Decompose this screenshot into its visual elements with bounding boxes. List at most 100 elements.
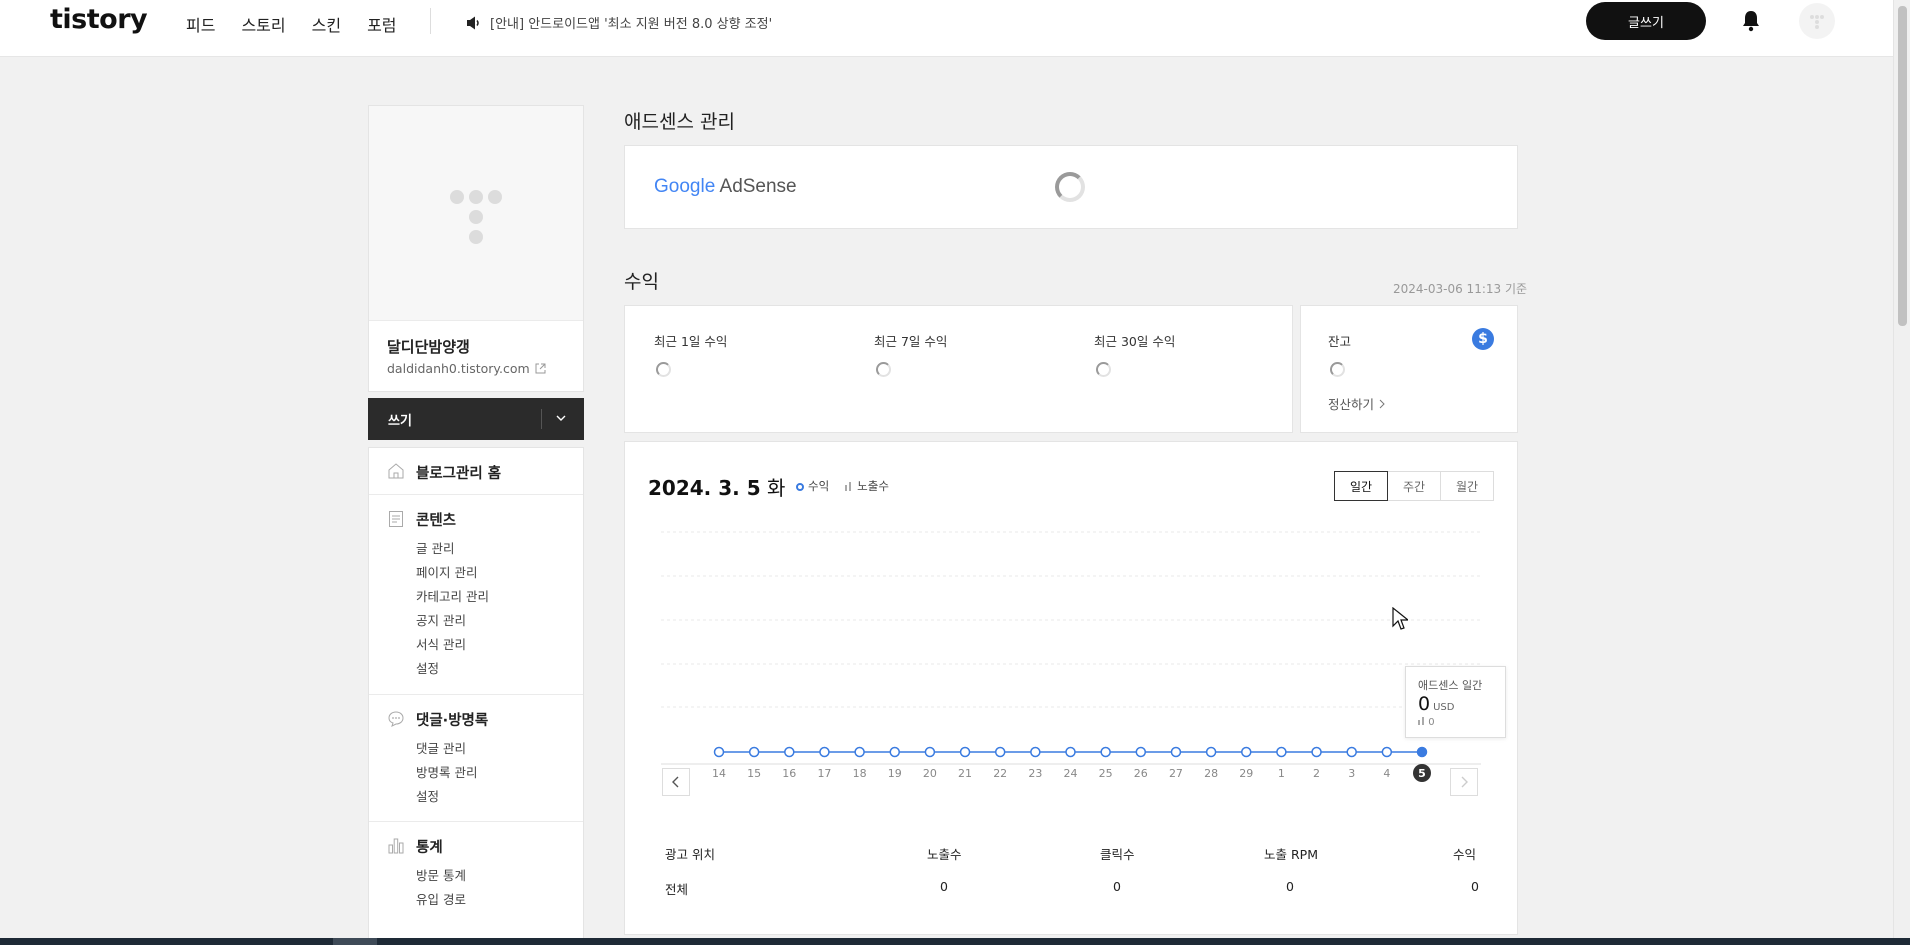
revenue-30d-label: 최근 30일 수익 <box>1094 334 1176 349</box>
sidebar-menu: 블로그관리 홈 콘텐츠 글 관리 페이지 관리 카테고리 관리 공지 관리 서식… <box>368 447 584 945</box>
tistory-logo[interactable]: tistory <box>50 4 148 35</box>
table-header-impressions: 노출수 <box>927 847 962 862</box>
dollar-icon: $ <box>1472 328 1494 350</box>
revenue-7d-spinner <box>876 362 891 377</box>
revenue-point <box>959 746 971 758</box>
sidebar-item-content-settings[interactable]: 설정 <box>416 658 439 677</box>
table-header-clicks: 클릭수 <box>1100 847 1135 862</box>
comment-icon <box>388 711 404 727</box>
impressions-bar-icon <box>1418 717 1424 725</box>
x-tick-label: 2 <box>1313 767 1320 780</box>
revenue-1d-spinner <box>656 362 671 377</box>
sidebar-item-comments[interactable]: 댓글 관리 <box>416 738 466 757</box>
revenue-point <box>924 746 936 758</box>
tistory-placeholder-icon <box>450 190 502 244</box>
nav-skin[interactable]: 스킨 <box>312 12 341 36</box>
avatar[interactable] <box>1799 3 1835 39</box>
menu-group-home: 블로그관리 홈 <box>369 448 583 495</box>
revenue-7d-label: 최근 7일 수익 <box>874 334 948 349</box>
x-tick-label: 29 <box>1239 767 1253 780</box>
x-tick-label: 28 <box>1204 767 1218 780</box>
table-cell-position: 전체 <box>665 882 689 897</box>
blog-url-text: daldidanh0.tistory.com <box>387 361 530 376</box>
notice-text: [안내] 안드로이드앱 '최소 지원 버전 8.0 상향 조정' <box>490 17 773 32</box>
top-header: tistory 피드 스토리 스킨 포럼 [안내] 안드로이드앱 '최소 지원 … <box>0 0 1893 57</box>
nav-forum[interactable]: 포럼 <box>367 12 396 36</box>
revenue-point <box>889 746 900 758</box>
nav-story[interactable]: 스토리 <box>241 12 285 36</box>
chart-next-button[interactable] <box>1450 768 1478 796</box>
table-cell-rpm: 0 <box>1286 879 1294 894</box>
sidebar-item-categories[interactable]: 카테고리 관리 <box>416 586 489 605</box>
x-tick-label: 5 <box>1418 767 1426 780</box>
x-tick-label: 1 <box>1278 767 1285 780</box>
settle-label: 정산하기 <box>1328 397 1375 412</box>
revenue-30d-spinner <box>1096 362 1111 377</box>
tooltip-value: 0 USD <box>1418 693 1454 715</box>
revenue-point <box>784 746 795 758</box>
scrollbar-thumb[interactable] <box>1898 6 1907 326</box>
nav-feed[interactable]: 피드 <box>186 12 215 36</box>
revenue-point <box>1135 746 1147 758</box>
revenue-point <box>1311 746 1322 758</box>
chevron-down-icon[interactable] <box>555 412 567 424</box>
tistory-avatar-icon <box>1810 15 1824 29</box>
bell-icon[interactable] <box>1741 10 1761 32</box>
x-tick-label: 19 <box>888 767 902 780</box>
table-cell-revenue: 0 <box>1471 879 1479 894</box>
menu-group-contents: 콘텐츠 글 관리 페이지 관리 카테고리 관리 공지 관리 서식 관리 설정 <box>369 495 583 695</box>
revenue-timestamp: 2024-03-06 11:13 기준 <box>1393 282 1528 296</box>
menu-group-comments: 댓글·방명록 댓글 관리 방명록 관리 설정 <box>369 695 583 822</box>
balance-label: 잔고 <box>1328 334 1352 349</box>
chevron-left-icon <box>672 776 679 788</box>
sidebar-group-comments[interactable]: 댓글·방명록 <box>416 709 488 730</box>
x-tick-label: 26 <box>1134 767 1148 780</box>
revenue-1d-label: 최근 1일 수익 <box>654 334 728 349</box>
sidebar-item-comment-settings[interactable]: 설정 <box>416 786 439 805</box>
menu-group-stats: 통계 방문 통계 유입 경로 <box>369 822 583 945</box>
profile-image <box>369 106 583 321</box>
nav-divider <box>430 8 431 34</box>
write-post-button[interactable]: 글쓰기 <box>1586 2 1706 40</box>
sidebar-item-posts[interactable]: 글 관리 <box>416 538 454 557</box>
revenue-point <box>1381 746 1393 758</box>
sidebar-group-contents[interactable]: 콘텐츠 <box>416 509 456 530</box>
chart-prev-button[interactable] <box>662 768 690 796</box>
x-tick-label: 16 <box>782 767 796 780</box>
x-tick-label: 3 <box>1348 767 1355 780</box>
sidebar-item-home[interactable]: 블로그관리 홈 <box>416 462 501 483</box>
sidebar-item-guestbook[interactable]: 방명록 관리 <box>416 762 477 781</box>
page-scrollbar[interactable] <box>1893 0 1910 945</box>
chevron-right-icon <box>1379 399 1385 409</box>
revenue-point <box>1241 746 1252 758</box>
sidebar-write-button[interactable]: 쓰기 <box>368 398 584 440</box>
chart-tooltip: 애드센스 일간 0 USD 0 <box>1405 666 1506 738</box>
revenue-point <box>994 746 1006 758</box>
sidebar-item-pages[interactable]: 페이지 관리 <box>416 562 477 581</box>
chevron-right-icon <box>1461 776 1468 788</box>
sidebar-group-stats[interactable]: 통계 <box>416 836 443 857</box>
notice-banner[interactable]: [안내] 안드로이드앱 '최소 지원 버전 8.0 상향 조정' <box>466 13 772 32</box>
x-tick-label: 17 <box>817 767 831 780</box>
x-tick-label: 20 <box>923 767 937 780</box>
sidebar-item-referrers[interactable]: 유입 경로 <box>416 889 466 908</box>
x-tick-label: 15 <box>747 767 761 780</box>
revenue-point <box>1276 746 1287 758</box>
sidebar-item-visit-stats[interactable]: 방문 통계 <box>416 865 466 884</box>
sidebar-item-templates[interactable]: 서식 관리 <box>416 634 466 653</box>
bar-chart-icon <box>388 838 404 854</box>
write-label: 쓰기 <box>388 414 412 429</box>
blog-name[interactable]: 달디단밤양갱 <box>387 336 470 357</box>
x-tick-label: 24 <box>1064 767 1078 780</box>
sidebar-item-notices[interactable]: 공지 관리 <box>416 610 466 629</box>
table-header-rpm: 노출 RPM <box>1264 847 1318 862</box>
settle-link[interactable]: 정산하기 <box>1328 394 1386 413</box>
taskbar-item[interactable] <box>333 938 377 945</box>
blog-url-link[interactable]: daldidanh0.tistory.com <box>387 361 546 376</box>
revenue-point <box>1416 746 1428 758</box>
page-title: 애드센스 관리 <box>624 111 735 133</box>
x-tick-label: 22 <box>993 767 1007 780</box>
tab-daily[interactable]: 일간 <box>1334 471 1388 501</box>
revenue-point <box>854 746 865 758</box>
tooltip-impressions: 0 <box>1418 717 1435 728</box>
